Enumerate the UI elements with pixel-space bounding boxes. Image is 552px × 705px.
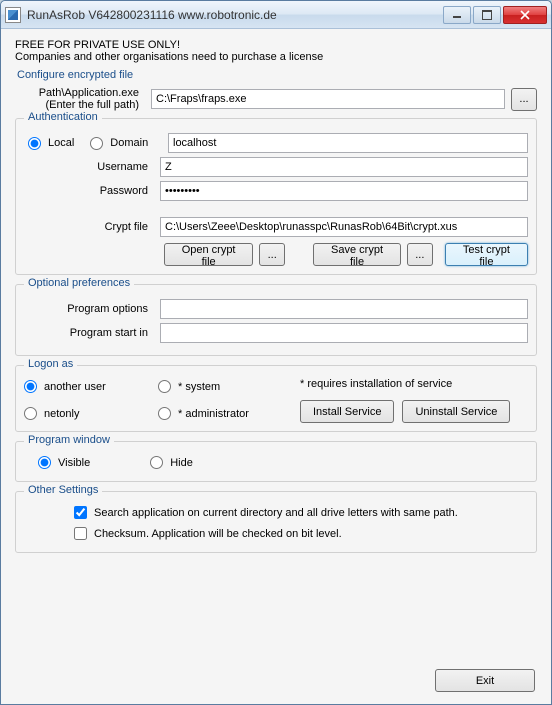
service-note: * requires installation of service bbox=[300, 378, 524, 390]
app-icon bbox=[5, 7, 21, 23]
netonly-radio[interactable] bbox=[24, 407, 37, 420]
username-label: Username bbox=[24, 161, 154, 173]
logon-col1: another user netonly bbox=[24, 376, 144, 423]
path-label: Path\Application.exe (Enter the full pat… bbox=[15, 87, 145, 111]
search-checkbox-label[interactable]: Search application on current directory … bbox=[74, 506, 528, 519]
save-crypt-browse-button[interactable]: ... bbox=[407, 243, 433, 266]
optional-group: Optional preferences Program options Pro… bbox=[15, 284, 537, 356]
local-radio-label[interactable]: Local bbox=[28, 137, 74, 150]
other-settings-legend: Other Settings bbox=[24, 484, 102, 496]
another-user-radio[interactable] bbox=[24, 380, 37, 393]
system-text: * system bbox=[178, 381, 220, 393]
footer: Exit bbox=[15, 663, 537, 694]
install-service-button[interactable]: Install Service bbox=[300, 400, 394, 423]
cryptfile-input[interactable] bbox=[160, 217, 528, 237]
hide-radio-label[interactable]: Hide bbox=[150, 456, 193, 469]
program-options-label: Program options bbox=[24, 303, 154, 315]
program-window-group: Program window Visible Hide bbox=[15, 441, 537, 482]
another-user-radio-label[interactable]: another user bbox=[24, 380, 144, 393]
minimize-button[interactable] bbox=[443, 6, 471, 24]
configure-section-label: Configure encrypted file bbox=[17, 69, 537, 81]
password-input[interactable] bbox=[160, 181, 528, 201]
visible-text: Visible bbox=[58, 457, 90, 469]
program-window-legend: Program window bbox=[24, 434, 114, 446]
uninstall-service-button[interactable]: Uninstall Service bbox=[402, 400, 510, 423]
program-startin-input[interactable] bbox=[160, 323, 528, 343]
license-notice: Companies and other organisations need t… bbox=[15, 51, 537, 63]
local-radio[interactable] bbox=[28, 137, 41, 150]
username-input[interactable] bbox=[160, 157, 528, 177]
path-browse-button[interactable]: ... bbox=[511, 88, 537, 111]
hide-radio[interactable] bbox=[150, 456, 163, 469]
test-crypt-button[interactable]: Test crypt file bbox=[445, 243, 528, 266]
password-row: Password bbox=[24, 181, 528, 201]
path-row: Path\Application.exe (Enter the full pat… bbox=[15, 87, 537, 111]
checksum-text: Checksum. Application will be checked on… bbox=[94, 528, 342, 540]
domain-radio-label[interactable]: Domain bbox=[90, 137, 148, 150]
open-crypt-button[interactable]: Open crypt file bbox=[164, 243, 253, 266]
maximize-button[interactable] bbox=[473, 6, 501, 24]
service-buttons: Install Service Uninstall Service bbox=[300, 400, 524, 423]
logon-right: * requires installation of service Insta… bbox=[292, 376, 528, 423]
domain-radio[interactable] bbox=[90, 137, 103, 150]
content-area: FREE FOR PRIVATE USE ONLY! Companies and… bbox=[1, 29, 551, 704]
netonly-text: netonly bbox=[44, 408, 79, 420]
logon-grid: another user netonly * system * administ… bbox=[24, 376, 528, 423]
window-buttons bbox=[443, 6, 547, 24]
search-text: Search application on current directory … bbox=[94, 507, 458, 519]
another-user-text: another user bbox=[44, 381, 106, 393]
visible-radio[interactable] bbox=[38, 456, 51, 469]
open-crypt-browse-button[interactable]: ... bbox=[259, 243, 285, 266]
title-bar: RunAsRob V642800231116 www.robotronic.de bbox=[1, 1, 551, 29]
path-input[interactable] bbox=[151, 89, 505, 109]
program-startin-label: Program start in bbox=[24, 327, 154, 339]
visible-radio-label[interactable]: Visible bbox=[38, 456, 90, 469]
administrator-radio[interactable] bbox=[158, 407, 171, 420]
password-label: Password bbox=[24, 185, 154, 197]
authentication-group: Authentication Local Domain Username bbox=[15, 118, 537, 275]
optional-legend: Optional preferences bbox=[24, 277, 134, 289]
path-label-line2: (Enter the full path) bbox=[45, 99, 139, 111]
exit-button[interactable]: Exit bbox=[435, 669, 535, 692]
logon-legend: Logon as bbox=[24, 358, 77, 370]
free-use-notice: FREE FOR PRIVATE USE ONLY! bbox=[15, 39, 537, 51]
administrator-text: * administrator bbox=[178, 408, 249, 420]
path-label-line1: Path\Application.exe bbox=[39, 87, 139, 99]
save-crypt-button[interactable]: Save crypt file bbox=[313, 243, 401, 266]
local-radio-text: Local bbox=[48, 137, 74, 149]
host-input[interactable] bbox=[168, 133, 528, 153]
authentication-legend: Authentication bbox=[24, 111, 102, 123]
program-options-input[interactable] bbox=[160, 299, 528, 319]
administrator-radio-label[interactable]: * administrator bbox=[158, 407, 278, 420]
auth-mode-row: Local Domain bbox=[24, 133, 528, 153]
logon-group: Logon as another user netonly * syst bbox=[15, 365, 537, 432]
logon-col2: * system * administrator bbox=[158, 376, 278, 423]
checksum-checkbox[interactable] bbox=[74, 527, 87, 540]
close-icon bbox=[520, 10, 530, 20]
system-radio-label[interactable]: * system bbox=[158, 380, 278, 393]
search-checkbox[interactable] bbox=[74, 506, 87, 519]
crypt-buttons-row: Open crypt file ... Save crypt file ... … bbox=[164, 243, 528, 266]
hide-text: Hide bbox=[170, 457, 193, 469]
other-checks: Search application on current directory … bbox=[24, 502, 528, 544]
system-radio[interactable] bbox=[158, 380, 171, 393]
checksum-checkbox-label[interactable]: Checksum. Application will be checked on… bbox=[74, 527, 528, 540]
username-row: Username bbox=[24, 157, 528, 177]
program-options-row: Program options bbox=[24, 299, 528, 319]
netonly-radio-label[interactable]: netonly bbox=[24, 407, 144, 420]
domain-radio-text: Domain bbox=[110, 137, 148, 149]
program-startin-row: Program start in bbox=[24, 323, 528, 343]
app-window: RunAsRob V642800231116 www.robotronic.de… bbox=[0, 0, 552, 705]
other-settings-group: Other Settings Search application on cur… bbox=[15, 491, 537, 553]
window-title: RunAsRob V642800231116 www.robotronic.de bbox=[27, 8, 443, 22]
cryptfile-row: Crypt file bbox=[24, 217, 528, 237]
progwin-row: Visible Hide bbox=[24, 456, 528, 469]
cryptfile-label: Crypt file bbox=[24, 221, 154, 233]
close-button[interactable] bbox=[503, 6, 547, 24]
auth-mode-radios: Local Domain bbox=[24, 137, 162, 150]
